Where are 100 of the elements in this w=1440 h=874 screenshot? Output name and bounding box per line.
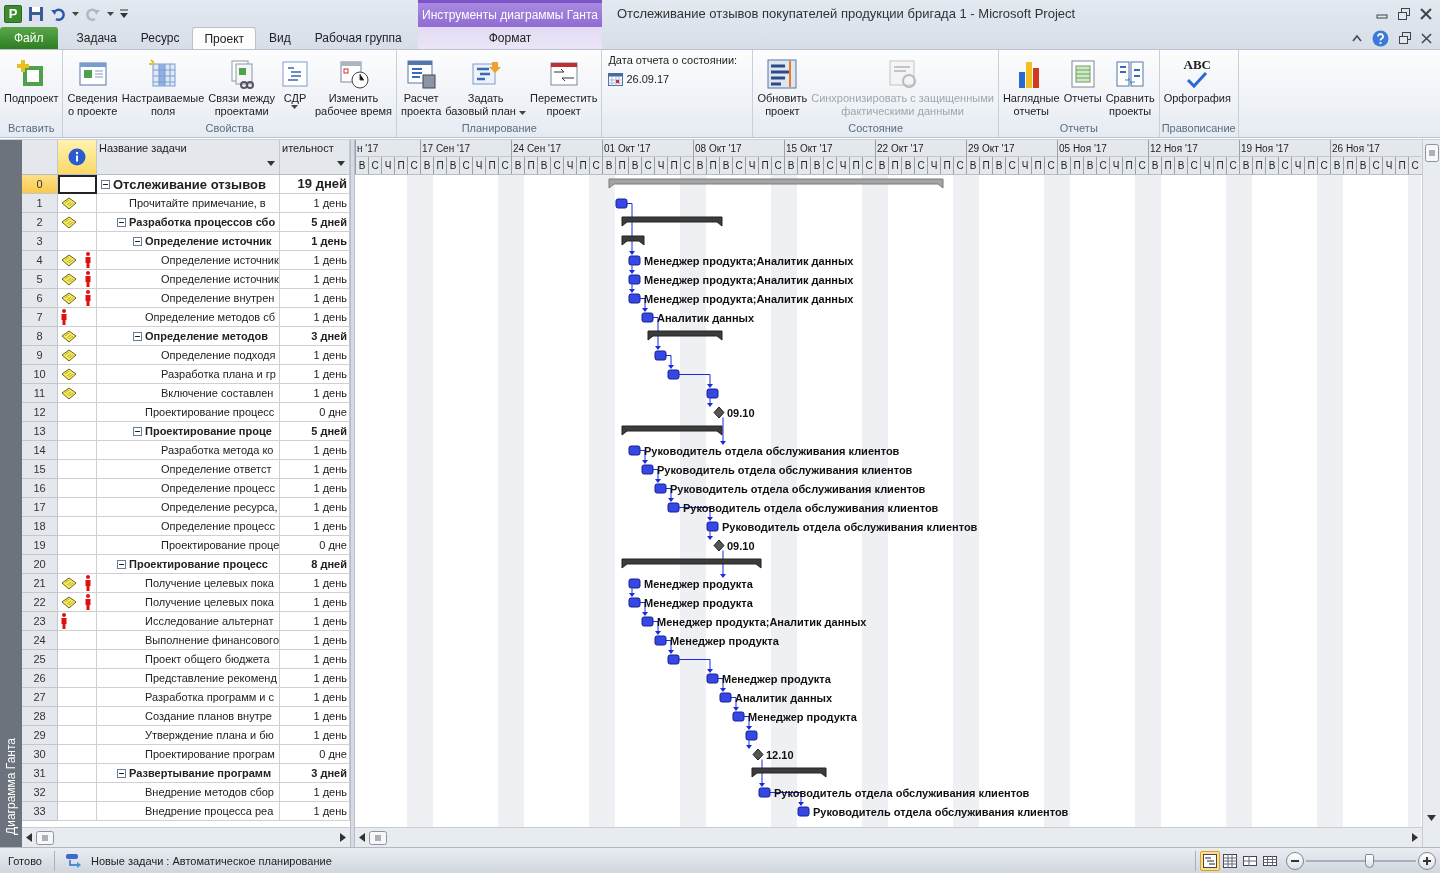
zoom-thumb[interactable] bbox=[1364, 853, 1374, 868]
ribbon-button[interactable]: Обновить проект bbox=[755, 54, 810, 120]
task-bar[interactable] bbox=[628, 255, 641, 266]
task-bar[interactable] bbox=[667, 654, 680, 665]
ribbon-tab[interactable]: Вид bbox=[258, 27, 302, 49]
row-number[interactable]: 22 bbox=[22, 593, 58, 612]
ribbon-tab[interactable]: Проект bbox=[192, 27, 256, 49]
row-number[interactable]: 2 bbox=[22, 213, 58, 232]
row-number[interactable]: 18 bbox=[22, 517, 58, 536]
scroll-left-icon[interactable] bbox=[359, 833, 365, 842]
summary-bar[interactable] bbox=[647, 330, 723, 341]
task-bar[interactable] bbox=[654, 483, 667, 494]
row-number[interactable]: 7 bbox=[22, 308, 58, 327]
summary-bar[interactable] bbox=[751, 767, 827, 778]
ribbon-tab[interactable]: Рабочая группа bbox=[303, 27, 413, 49]
ribbon-button[interactable]: Изменить рабочее время bbox=[313, 54, 395, 120]
row-number[interactable]: 14 bbox=[22, 441, 58, 460]
ribbon-button[interactable]: Связи между проектами bbox=[206, 54, 277, 120]
project-summary-bar[interactable] bbox=[608, 178, 944, 189]
scroll-left-icon[interactable] bbox=[26, 833, 32, 842]
close-icon[interactable] bbox=[1421, 32, 1432, 44]
ribbon-button[interactable]: Наглядные отчеты bbox=[1000, 54, 1062, 120]
ribbon-tab[interactable]: Формат bbox=[477, 27, 543, 49]
app-logo[interactable]: P bbox=[4, 4, 22, 23]
row-number[interactable]: 16 bbox=[22, 479, 58, 498]
task-bar[interactable] bbox=[628, 445, 641, 456]
collapse-icon[interactable] bbox=[117, 217, 126, 227]
row-number[interactable]: 30 bbox=[22, 745, 58, 764]
task-bar[interactable] bbox=[706, 521, 719, 532]
row-number[interactable]: 27 bbox=[22, 688, 58, 707]
row-number[interactable]: 29 bbox=[22, 726, 58, 745]
task-bar[interactable] bbox=[667, 502, 680, 513]
task-bar[interactable] bbox=[654, 635, 667, 646]
summary-bar[interactable] bbox=[621, 216, 723, 227]
restore-icon[interactable] bbox=[1398, 7, 1410, 20]
row-number[interactable]: 0 bbox=[22, 175, 58, 194]
task-bar[interactable] bbox=[628, 274, 641, 285]
row-number[interactable]: 23 bbox=[22, 612, 58, 631]
summary-bar[interactable] bbox=[621, 425, 723, 436]
task-bar[interactable] bbox=[628, 578, 641, 589]
collapse-icon[interactable] bbox=[133, 331, 142, 341]
row-number[interactable]: 28 bbox=[22, 707, 58, 726]
task-bar[interactable] bbox=[641, 464, 654, 475]
task-bar[interactable] bbox=[628, 597, 641, 608]
row-number[interactable]: 12 bbox=[22, 403, 58, 422]
task-bar[interactable] bbox=[745, 730, 758, 741]
new-tasks-mode[interactable]: Новые задачи : Автоматическое планирование bbox=[82, 854, 340, 867]
filter-caret-icon[interactable] bbox=[267, 161, 275, 166]
row-number[interactable]: 17 bbox=[22, 498, 58, 517]
row-number[interactable]: 9 bbox=[22, 346, 58, 365]
collapse-icon[interactable] bbox=[133, 236, 142, 246]
row-number[interactable]: 1 bbox=[22, 194, 58, 213]
restore-icon[interactable] bbox=[1399, 32, 1411, 45]
task-bar[interactable] bbox=[719, 692, 732, 703]
row-number[interactable]: 4 bbox=[22, 251, 58, 270]
row-number[interactable]: 8 bbox=[22, 327, 58, 346]
view-button[interactable] bbox=[1200, 850, 1220, 871]
row-number[interactable]: 32 bbox=[22, 783, 58, 802]
collapse-icon[interactable] bbox=[117, 768, 126, 778]
scroll-right-icon[interactable] bbox=[1412, 833, 1418, 842]
task-bar[interactable] bbox=[654, 350, 667, 361]
ribbon-button[interactable]: Настраиваемые поля bbox=[119, 54, 207, 120]
row-number[interactable]: 31 bbox=[22, 764, 58, 783]
column-header[interactable]: Название задачи bbox=[97, 140, 280, 174]
ribbon-button[interactable]: СДР bbox=[277, 54, 313, 111]
task-bar[interactable] bbox=[641, 312, 654, 323]
task-bar[interactable] bbox=[732, 711, 745, 722]
ribbon-button[interactable]: Переместить проект bbox=[528, 54, 600, 120]
row-number[interactable]: 25 bbox=[22, 650, 58, 669]
ribbon-button[interactable]: Отчеты bbox=[1061, 54, 1104, 107]
row-number[interactable]: 24 bbox=[22, 631, 58, 650]
help-icon[interactable] bbox=[1372, 29, 1389, 47]
row-number[interactable]: 13 bbox=[22, 422, 58, 441]
row-number[interactable]: 6 bbox=[22, 289, 58, 308]
status-date-value[interactable]: 26.09.17 bbox=[626, 73, 670, 85]
collapse-ribbon-icon[interactable] bbox=[1352, 34, 1362, 43]
task-bar[interactable] bbox=[706, 388, 719, 399]
scroll-thumb[interactable] bbox=[36, 830, 54, 845]
row-number[interactable]: 20 bbox=[22, 555, 58, 574]
calendar-icon[interactable] bbox=[608, 72, 624, 86]
view-bar-label[interactable]: Диаграмма Ганта bbox=[4, 738, 18, 835]
collapse-icon[interactable] bbox=[117, 559, 126, 569]
ribbon-tab[interactable]: Ресурс bbox=[129, 27, 191, 49]
task-bar[interactable] bbox=[706, 673, 719, 684]
zoom-out-button[interactable] bbox=[1286, 851, 1304, 870]
save-icon[interactable] bbox=[28, 5, 44, 22]
row-number[interactable]: 10 bbox=[22, 365, 58, 384]
auto-schedule-icon[interactable] bbox=[64, 852, 83, 869]
summary-bar[interactable] bbox=[621, 235, 645, 246]
collapse-icon[interactable] bbox=[133, 426, 142, 436]
row-number[interactable]: 19 bbox=[22, 536, 58, 555]
indicators-header[interactable] bbox=[58, 140, 97, 174]
ribbon-button[interactable]: Расчет проекта bbox=[399, 54, 444, 120]
collapse-icon[interactable] bbox=[101, 179, 110, 189]
summary-bar[interactable] bbox=[621, 558, 762, 569]
scroll-thumb[interactable] bbox=[1424, 144, 1439, 162]
row-number[interactable]: 11 bbox=[22, 384, 58, 403]
row-number[interactable]: 5 bbox=[22, 270, 58, 289]
close-icon[interactable] bbox=[1420, 7, 1432, 20]
ribbon-button[interactable]: Задать базовый план bbox=[443, 54, 528, 120]
